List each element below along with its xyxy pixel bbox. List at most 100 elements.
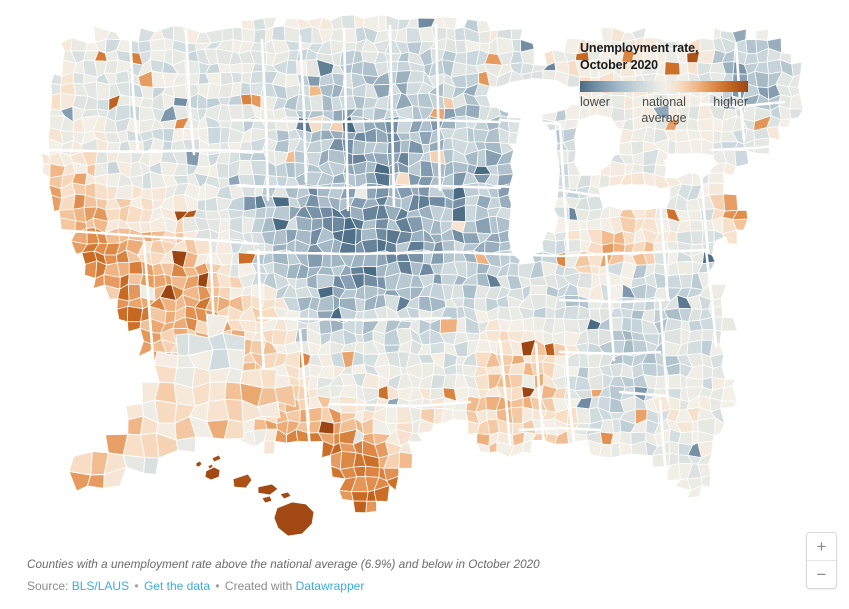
county-shape[interactable] [240, 81, 252, 96]
county-shape[interactable] [208, 348, 231, 372]
county-shape[interactable] [116, 305, 129, 323]
county-shape[interactable] [686, 339, 703, 356]
county-shape[interactable] [259, 368, 278, 389]
county-shape[interactable] [462, 182, 480, 198]
county-shape[interactable] [721, 385, 738, 402]
county-shape[interactable] [153, 364, 178, 384]
county-shape[interactable] [510, 28, 524, 40]
county-shape[interactable] [612, 418, 622, 434]
county-shape[interactable] [86, 474, 105, 489]
county-shape[interactable] [486, 409, 498, 421]
county-shape[interactable] [361, 218, 377, 231]
county-shape[interactable] [240, 93, 253, 106]
county-shape[interactable] [701, 329, 715, 341]
county-shape[interactable] [734, 150, 750, 168]
county-shape[interactable] [618, 141, 633, 156]
county-shape[interactable] [70, 37, 88, 52]
county-shape[interactable] [689, 219, 704, 232]
county-shape[interactable] [60, 36, 73, 52]
county-shape[interactable] [630, 163, 644, 175]
county-shape[interactable] [295, 215, 313, 232]
county-shape[interactable] [429, 341, 445, 355]
county-shape[interactable] [508, 362, 526, 375]
county-shape[interactable] [154, 399, 178, 424]
county-shape[interactable] [454, 39, 467, 54]
county-shape[interactable] [297, 397, 311, 411]
county-shape[interactable] [195, 460, 203, 468]
county-shape[interactable] [115, 70, 130, 85]
county-shape[interactable] [722, 193, 739, 212]
datawrapper-link[interactable]: Datawrapper [296, 579, 365, 593]
county-shape[interactable] [565, 73, 581, 89]
county-shape[interactable] [149, 38, 166, 51]
county-shape[interactable] [261, 495, 273, 504]
county-shape[interactable] [575, 406, 591, 425]
county-shape[interactable] [630, 318, 644, 335]
county-shape[interactable] [464, 204, 478, 222]
county-shape[interactable] [385, 406, 398, 424]
zoom-in-button[interactable]: + [807, 533, 836, 561]
county-shape[interactable] [621, 316, 632, 333]
county-shape[interactable] [196, 199, 207, 212]
county-shape[interactable] [350, 491, 369, 502]
county-shape[interactable] [137, 340, 153, 357]
county-shape[interactable] [432, 273, 443, 285]
county-shape[interactable] [678, 273, 694, 289]
county-shape[interactable] [211, 454, 222, 463]
county-shape[interactable] [456, 316, 467, 334]
county-shape[interactable] [708, 182, 725, 196]
county-shape[interactable] [50, 92, 61, 111]
county-shape[interactable] [365, 500, 377, 514]
zoom-control[interactable]: + − [806, 532, 837, 589]
county-shape[interactable] [95, 81, 111, 101]
county-shape[interactable] [232, 27, 243, 42]
county-shape[interactable] [667, 373, 682, 390]
county-shape[interactable] [143, 457, 160, 475]
county-shape[interactable] [230, 71, 243, 84]
county-shape[interactable] [720, 400, 739, 409]
county-shape[interactable] [172, 83, 189, 100]
county-shape[interactable] [562, 305, 580, 321]
county-shape[interactable] [354, 14, 364, 30]
county-shape[interactable] [754, 70, 769, 88]
county-shape[interactable] [476, 148, 487, 167]
county-shape[interactable] [257, 483, 279, 496]
county-shape[interactable] [68, 470, 92, 492]
source-link[interactable]: BLS/LAUS [72, 579, 129, 593]
county-shape[interactable] [676, 261, 694, 275]
county-shape[interactable] [354, 297, 366, 313]
county-shape[interactable] [720, 316, 738, 332]
county-shape[interactable] [441, 239, 456, 252]
county-shape[interactable] [207, 126, 222, 145]
county-shape[interactable] [279, 491, 292, 500]
county-shape[interactable] [690, 230, 704, 246]
county-shape[interactable] [478, 30, 492, 44]
county-shape[interactable] [510, 406, 524, 425]
county-shape[interactable] [172, 96, 189, 107]
county-shape[interactable] [340, 14, 356, 29]
county-shape[interactable] [332, 109, 344, 122]
county-shape[interactable] [454, 115, 468, 130]
county-shape[interactable] [285, 59, 298, 75]
county-shape[interactable] [127, 305, 144, 323]
zoom-out-button[interactable]: − [807, 561, 836, 588]
county-shape[interactable] [68, 450, 93, 476]
county-shape[interactable] [508, 373, 524, 389]
county-shape[interactable] [567, 150, 577, 164]
get-the-data-link[interactable]: Get the data [144, 579, 210, 593]
county-shape[interactable] [139, 221, 152, 234]
county-shape[interactable] [712, 129, 722, 144]
county-shape[interactable] [205, 196, 219, 212]
county-shape[interactable] [204, 466, 221, 481]
county-shape[interactable] [253, 28, 267, 45]
county-shape[interactable] [644, 207, 658, 220]
county-shape[interactable] [175, 333, 190, 357]
county-shape[interactable] [151, 186, 167, 201]
county-shape[interactable] [522, 316, 535, 332]
county-shape[interactable] [229, 263, 240, 278]
county-shape[interactable] [271, 25, 286, 42]
county-shape[interactable] [318, 318, 333, 335]
county-shape[interactable] [73, 71, 85, 85]
county-shape[interactable] [789, 108, 804, 120]
county-shape[interactable] [309, 94, 324, 112]
